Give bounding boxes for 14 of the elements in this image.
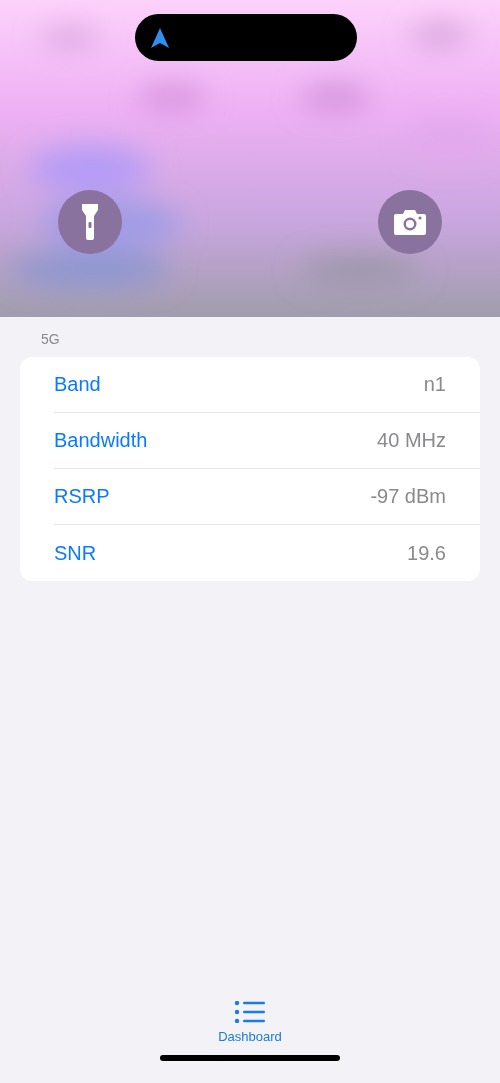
section-header: 5G <box>40 330 61 347</box>
flashlight-icon <box>81 204 99 240</box>
row-label: Bandwidth <box>54 429 148 452</box>
row-label: Band <box>54 373 101 396</box>
tab-item[interactable]: Dashboard <box>208 993 292 1055</box>
row-value: 19.6 <box>407 541 446 565</box>
row-label: RSRP <box>54 485 110 508</box>
location-arrow-icon <box>151 27 169 48</box>
row-value: 40 MHz <box>377 429 446 452</box>
camera-icon <box>394 209 426 235</box>
list-icon <box>234 1001 266 1023</box>
row-value: n1 <box>423 373 446 396</box>
row-label: SNR <box>54 541 97 565</box>
row-value: -97 dBm <box>370 485 446 508</box>
